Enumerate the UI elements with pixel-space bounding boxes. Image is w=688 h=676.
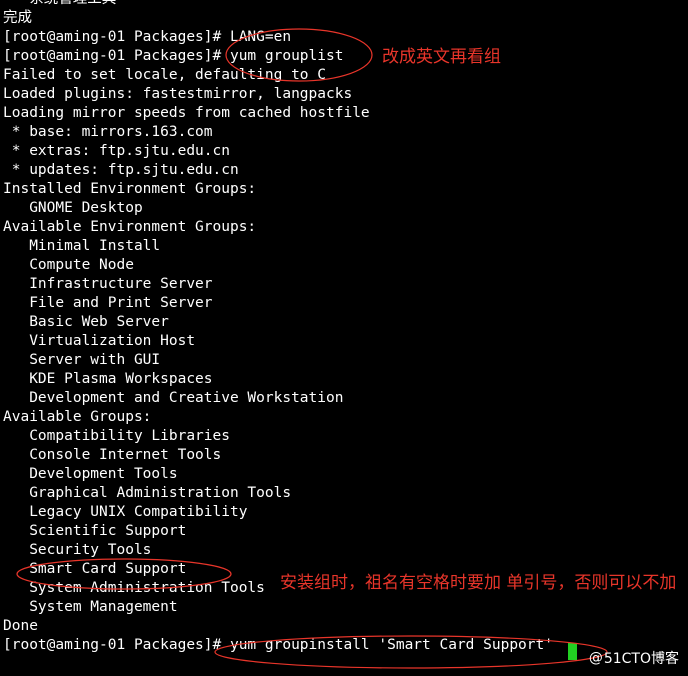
terminal-line: Infrastructure Server	[3, 276, 213, 292]
terminal-line: Server with GUI	[3, 352, 161, 368]
annotation-note: 安装组时，祖名有空格时要加 单引号，否则可以不加	[280, 573, 677, 593]
terminal-prompt-line[interactable]: [root@aming-01 Packages]# yum groupinsta…	[3, 636, 553, 655]
terminal-line: KDE Plasma Workspaces	[3, 371, 213, 387]
terminal-window[interactable]: 系统管理工具 完成 [root@aming-01 Packages]# LANG…	[0, 0, 688, 676]
terminal-line: Legacy UNIX Compatibility	[3, 504, 248, 520]
terminal-line: Console Internet Tools	[3, 447, 222, 463]
terminal-line: Loading mirror speeds from cached hostfi…	[3, 105, 370, 121]
terminal-line: Virtualization Host	[3, 333, 196, 349]
terminal-line: Security Tools	[3, 542, 152, 558]
terminal-line: Installed Environment Groups:	[3, 181, 257, 197]
terminal-line: 完成	[3, 10, 32, 26]
terminal-line: * extras: ftp.sjtu.edu.cn	[3, 143, 230, 159]
terminal-line: Available Groups:	[3, 409, 152, 425]
terminal-line: Compute Node	[3, 257, 134, 273]
terminal-line: Compatibility Libraries	[3, 428, 230, 444]
terminal-line: GNOME Desktop	[3, 200, 143, 216]
watermark-at: @	[588, 650, 603, 666]
annotation-note: 改成英文再看组	[382, 47, 501, 67]
terminal-output: 系统管理工具 完成 [root@aming-01 Packages]# LANG…	[3, 0, 553, 655]
terminal-line: [root@aming-01 Packages]# LANG=en	[3, 29, 292, 45]
terminal-line: Done	[3, 618, 38, 634]
watermark-text: 51CTO博客	[603, 651, 679, 667]
terminal-line: System Management	[3, 599, 178, 615]
terminal-line: Loaded plugins: fastestmirror, langpacks	[3, 86, 353, 102]
terminal-line: Graphical Administration Tools	[3, 485, 292, 501]
terminal-line: Development Tools	[3, 466, 178, 482]
terminal-line: * base: mirrors.163.com	[3, 124, 213, 140]
terminal-line: File and Print Server	[3, 295, 213, 311]
terminal-line: * updates: ftp.sjtu.edu.cn	[3, 162, 239, 178]
terminal-line: 系统管理工具	[3, 0, 553, 9]
terminal-line: Basic Web Server	[3, 314, 169, 330]
terminal-line: Failed to set locale, defaulting to C	[3, 67, 327, 83]
terminal-line: Scientific Support	[3, 523, 187, 539]
terminal-line: Available Environment Groups:	[3, 219, 257, 235]
watermark: @ 51CTO博客	[589, 648, 679, 668]
terminal-line: Minimal Install	[3, 238, 161, 254]
terminal-cursor	[568, 643, 577, 660]
terminal-line: Development and Creative Workstation	[3, 390, 344, 406]
